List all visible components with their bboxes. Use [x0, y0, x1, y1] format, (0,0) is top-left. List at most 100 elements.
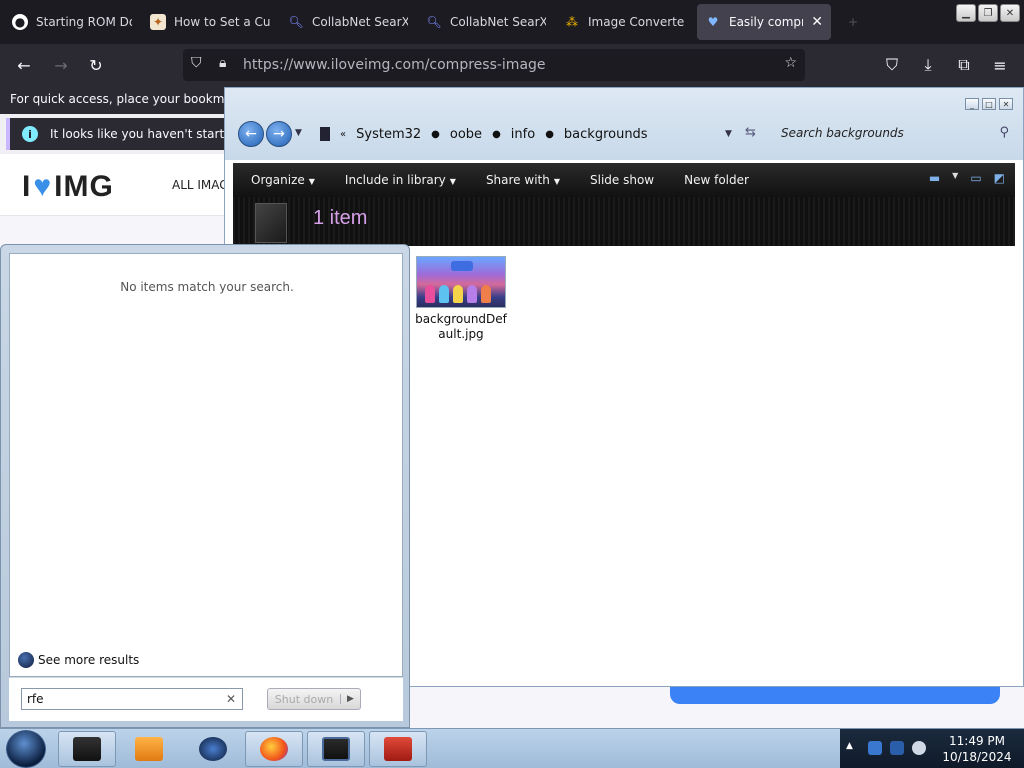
heart-icon: ♥ — [707, 15, 719, 29]
address-breadcrumb[interactable]: « System32 ● oobe ● info ● backgrounds — [320, 123, 654, 145]
tab-collabnet-1[interactable]: 🔍︎ CollabNet SearXN — [280, 4, 416, 40]
start-button[interactable] — [6, 730, 46, 768]
explorer-back-button[interactable]: ← — [238, 121, 264, 147]
change-view-icon[interactable]: ▬ — [929, 171, 940, 185]
start-search-box[interactable]: ✕ — [21, 688, 243, 710]
forward-icon[interactable]: → — [50, 54, 72, 76]
refresh-icon[interactable]: ⇆ — [745, 125, 756, 140]
taskbar-toolbox[interactable] — [369, 731, 427, 767]
file-name[interactable]: backgroundDefault.jpg — [413, 312, 509, 342]
explorer-frame: _ □ ✕ ← → ▼ « System32 ● oobe ● info ● b… — [225, 88, 1023, 160]
globe-icon — [18, 652, 34, 668]
monitor-icon — [322, 737, 350, 761]
volume-icon[interactable] — [912, 741, 926, 755]
breadcrumb-overflow[interactable]: « — [340, 129, 346, 140]
taskbar-media-player[interactable] — [120, 731, 178, 767]
network-icon[interactable] — [868, 741, 882, 755]
tab-collabnet-2[interactable]: 🔍︎ CollabNet SearXN — [418, 4, 554, 40]
start-search-input[interactable] — [22, 689, 218, 709]
breadcrumb-info[interactable]: info — [511, 127, 535, 142]
explorer-search[interactable]: ⚲ — [773, 122, 1015, 146]
chevron-down-icon: ▼ — [449, 177, 456, 186]
action-center-icon[interactable] — [890, 741, 904, 755]
restore-icon[interactable]: ❐ — [978, 4, 998, 22]
search-icon[interactable]: ⚲ — [999, 125, 1009, 140]
firefox-icon — [260, 737, 288, 761]
clear-search-icon[interactable]: ✕ — [226, 692, 236, 706]
search-icon: 🔍︎ — [426, 15, 442, 29]
taskbar-globe-app[interactable] — [184, 731, 242, 767]
system-tray: ▲ 11:49 PM 10/18/2024 — [840, 729, 1024, 768]
minimize-icon[interactable]: ▁ — [956, 4, 976, 22]
organize-button[interactable]: Organize ▼ — [251, 173, 315, 187]
browser-navbar: ← → ↻ ⛉ 🔒︎ https://www.iloveimg.com/comp… — [0, 44, 1024, 86]
explorer-minimize-icon[interactable]: _ — [965, 98, 979, 110]
globe-icon — [199, 737, 227, 761]
file-item[interactable]: backgroundDefault.jpg — [413, 256, 509, 342]
site-icon: ✦ — [150, 14, 166, 30]
bookmark-star-icon[interactable]: ☆ — [784, 55, 797, 71]
no-results-message: No items match your search. — [120, 280, 294, 294]
breadcrumb-system32[interactable]: System32 — [356, 127, 421, 142]
preview-pane-icon[interactable]: ▭ — [970, 171, 981, 185]
thumbnail-figure — [439, 285, 449, 303]
tab-how-to-set[interactable]: ✦ How to Set a Cus — [142, 4, 278, 40]
url-text[interactable]: https://www.iloveimg.com/compress-image — [243, 57, 546, 73]
breadcrumb-backgrounds[interactable]: backgrounds — [564, 127, 648, 142]
explorer-close-icon[interactable]: ✕ — [999, 98, 1013, 110]
slide-show-button[interactable]: Slide show — [590, 173, 654, 187]
see-more-results-link[interactable]: See more results — [18, 652, 139, 668]
iloveimg-logo[interactable]: I ♥ IMG — [22, 170, 114, 204]
folder-icon — [255, 203, 287, 243]
new-folder-button[interactable]: New folder — [684, 173, 749, 187]
select-images-button[interactable] — [670, 684, 1000, 704]
address-dropdown-icon[interactable]: ▼ — [725, 129, 732, 139]
shield-icon[interactable]: ⛉ — [191, 55, 202, 71]
download-icon[interactable]: ⤓ — [917, 54, 939, 76]
explorer-maximize-icon[interactable]: □ — [982, 98, 996, 110]
help-icon[interactable]: ◩ — [994, 171, 1005, 185]
taskbar-monitor-app[interactable] — [307, 731, 365, 767]
breadcrumb-separator[interactable]: ● — [492, 129, 501, 140]
extensions-icon[interactable]: ⧉ — [953, 54, 975, 76]
show-hidden-icons[interactable]: ▲ — [846, 741, 853, 751]
image-thumbnail[interactable] — [416, 256, 506, 308]
recent-pages-chevron-icon[interactable]: ▼ — [295, 128, 302, 138]
thumbnail-figure — [425, 285, 435, 303]
menu-icon[interactable]: ≡ — [989, 54, 1011, 76]
toolbox-icon — [384, 737, 412, 761]
clock-date: 10/18/2024 — [942, 750, 1012, 764]
pocket-icon[interactable]: ⛉ — [881, 54, 903, 76]
nav-all-image-tools[interactable]: ALL IMAG — [172, 178, 229, 192]
search-icon: 🔍︎ — [288, 15, 304, 29]
dots-icon: ⁂ — [566, 15, 578, 29]
share-with-button[interactable]: Share with ▼ — [486, 173, 560, 187]
explorer-search-input[interactable] — [773, 122, 983, 144]
clock[interactable]: 11:49 PM 10/18/2024 — [942, 733, 1012, 765]
taskbar-explorer[interactable] — [58, 731, 116, 767]
item-count: 1 item — [313, 207, 368, 229]
new-tab-button[interactable]: + — [840, 4, 870, 40]
url-bar[interactable]: ⛉ 🔒︎ https://www.iloveimg.com/compress-i… — [183, 49, 805, 81]
taskbar-firefox[interactable] — [245, 731, 303, 767]
lock-icon[interactable]: 🔒︎ — [219, 55, 226, 71]
reload-icon[interactable]: ↻ — [85, 54, 107, 76]
thumbnail-figure — [481, 285, 491, 303]
close-tab-icon[interactable]: ✕ — [811, 14, 823, 30]
breadcrumb-separator[interactable]: ● — [545, 129, 554, 140]
breadcrumb-oobe[interactable]: oobe — [450, 127, 482, 142]
include-in-library-button[interactable]: Include in library ▼ — [345, 173, 456, 187]
shutdown-options-icon[interactable]: ▶ — [340, 694, 360, 704]
view-controls: ▬ ▼ ▭ ◩ — [929, 171, 1005, 185]
explorer-forward-button[interactable]: → — [266, 121, 292, 147]
close-icon[interactable]: ✕ — [1000, 4, 1020, 22]
tab-image-converter[interactable]: ⁂ Image Converter — [556, 4, 692, 40]
shutdown-button[interactable]: Shut down ▶ — [267, 688, 361, 710]
back-icon[interactable]: ← — [13, 54, 35, 76]
tab-easily-compress[interactable]: ♥ Easily compres ✕ — [697, 4, 831, 40]
breadcrumb-separator[interactable]: ● — [431, 129, 440, 140]
media-player-icon — [135, 737, 163, 761]
tab-starting-rom[interactable]: ● Starting ROM Do — [4, 4, 140, 40]
chevron-down-icon[interactable]: ▼ — [952, 171, 958, 185]
chevron-down-icon: ▼ — [553, 177, 560, 186]
